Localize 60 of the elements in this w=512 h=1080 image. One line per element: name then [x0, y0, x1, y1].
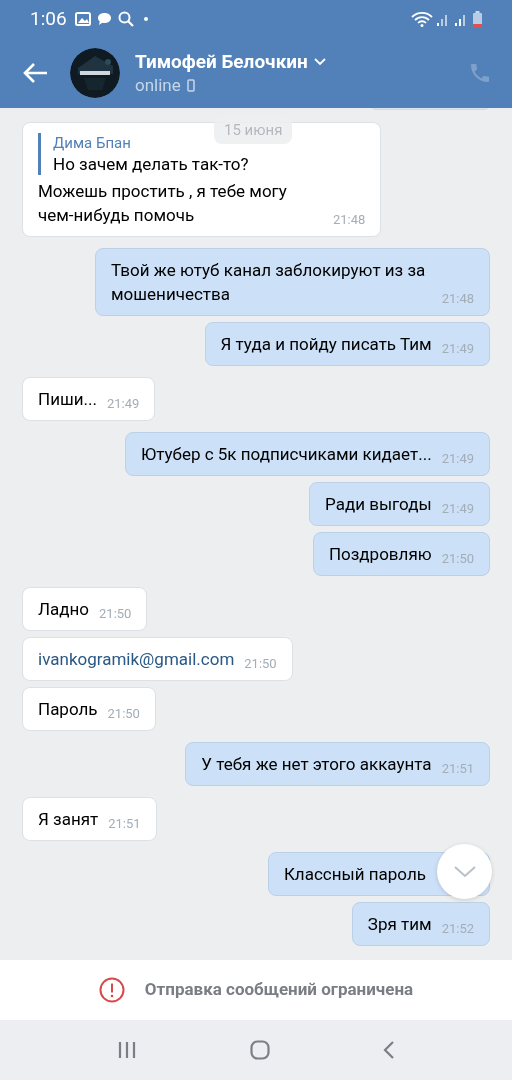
message-bubble[interactable]: Пароль 21:50: [22, 687, 156, 731]
chevron-down-icon[interactable]: [313, 58, 326, 66]
dot-icon: [143, 17, 148, 21]
message-text: Я туда и пойду писать Тим: [220, 333, 432, 356]
message-bubble[interactable]: Пиши... 21:49: [22, 377, 156, 421]
message-text: Пароль: [38, 698, 98, 721]
message-bubble[interactable]: ivankogramik@gmail.com 21:50: [22, 637, 293, 681]
email-link[interactable]: ivankogramik@gmail.com: [38, 647, 235, 671]
message-bubble[interactable]: Ладно 21:50: [22, 587, 148, 631]
message-time: 21:49: [441, 450, 474, 468]
back-nav-button[interactable]: [383, 1040, 396, 1060]
message-time: 21:51: [441, 760, 474, 778]
message-time: 21:50: [441, 550, 474, 568]
message-bubble[interactable]: Я занят 21:51: [22, 797, 157, 841]
message-bubble[interactable]: Твой же ютуб канал заблокируют из за мошеничества 21:48: [95, 248, 490, 316]
message-time: 21:50: [107, 705, 140, 723]
message-text: Ладно: [38, 598, 90, 621]
chat-icon: [96, 12, 112, 26]
gallery-icon: [74, 12, 91, 26]
message-bubble[interactable]: Зря тим 21:52: [351, 902, 490, 946]
search-icon: [117, 11, 134, 27]
message-text: Твой же ютуб канал заблокируют из за мошеничества: [111, 259, 427, 306]
message-text: Я занят: [38, 808, 99, 831]
message-time: 21:49: [441, 340, 474, 358]
message-text: Поздровляю: [328, 543, 432, 566]
message-bubble[interactable]: Поздровляю 21:50: [312, 532, 490, 576]
chevron-down-icon: [453, 865, 476, 878]
message-time: 21:51: [108, 815, 141, 833]
signal-icon: [436, 12, 450, 26]
clock: 1:06: [30, 5, 67, 32]
message-time: 21:48: [441, 290, 474, 308]
reply-text: Но зачем делать так-то?: [53, 153, 250, 175]
reply-author: Дима Бпан: [53, 133, 132, 153]
restriction-notice: Отправка сообщений ограничена: [144, 978, 414, 1002]
message-text: Можешь простить , я тебе могу чем-нибудь помочь: [38, 180, 288, 227]
message-time: 21:50: [99, 605, 132, 623]
message-time: 21:49: [441, 500, 474, 518]
message-text: Ради выгоды: [325, 493, 432, 516]
contact-name[interactable]: Тимофей Белочкин: [135, 50, 308, 74]
message-bubble[interactable]: Я туда и пойду писать Тим 21:49: [204, 322, 490, 366]
online-status: online: [135, 74, 181, 96]
message-text: Зря тим: [367, 913, 432, 936]
message-bubble[interactable]: У тебя же нет этого аккаунта 21:51: [185, 742, 490, 786]
message-text: У тебя же нет этого аккаунта: [201, 753, 432, 776]
signal-icon: [454, 12, 468, 26]
battery-icon: [473, 10, 482, 28]
message-text: Пиши...: [38, 388, 97, 411]
message-bubble[interactable]: Ради выгоды 21:49: [309, 482, 490, 526]
message-text: Ютубер с 5к подписчиками кидает...: [140, 443, 432, 466]
message-time: 21:52: [441, 920, 474, 938]
wifi-icon: [411, 11, 433, 27]
message-time: 21:48: [333, 211, 366, 229]
warning-icon: [98, 977, 125, 1003]
message-text: Классный пароль: [283, 863, 426, 886]
message-time: 21:50: [244, 655, 277, 673]
message-time: 21:49: [106, 395, 140, 413]
phone-icon: [186, 78, 195, 92]
recent-apps-button[interactable]: [116, 1041, 137, 1059]
home-button[interactable]: [250, 1040, 270, 1060]
message-bubble[interactable]: Ютубер с 5к подписчиками кидает... 21:49: [124, 432, 490, 476]
